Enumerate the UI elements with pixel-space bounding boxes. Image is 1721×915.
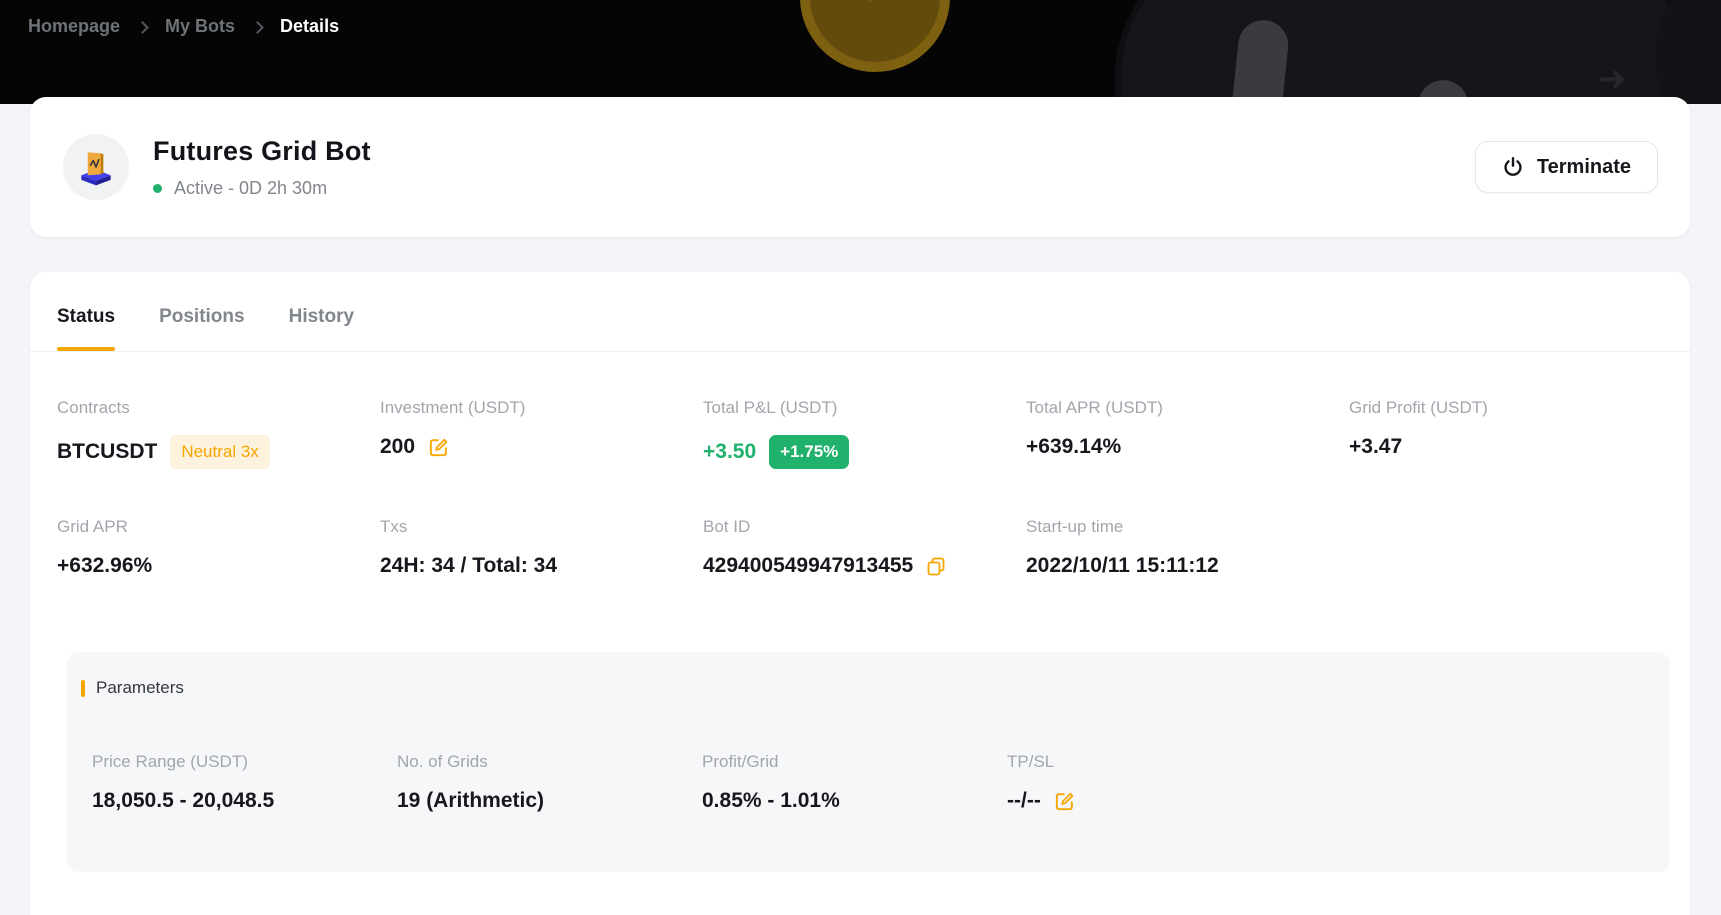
stats-section: Contracts BTCUSDT Neutral 3x Investment … [30,352,1690,578]
grid-apr-value: +632.96% [57,554,152,578]
edit-tpsl-button[interactable] [1054,791,1075,812]
top-banner: ⚡ ➜ Homepage My Bots Details [0,0,1721,104]
stat-bot-id: Bot ID 429400549947913455 [703,517,1026,578]
page-title: Futures Grid Bot [153,136,371,167]
param-price-range: Price Range (USDT) 18,050.5 - 20,048.5 [92,752,397,813]
pencil-square-icon [1054,791,1075,812]
total-apr-value: +639.14% [1026,435,1121,459]
stat-grid-profit: Grid Profit (USDT) +3.47 [1349,398,1672,469]
coin-graphic: ⚡ [800,0,950,72]
price-range-value: 18,050.5 - 20,048.5 [92,789,274,813]
stat-total-pnl: Total P&L (USDT) +3.50 +1.75% [703,398,1026,469]
status-text: Active - 0D 2h 30m [174,178,327,199]
stat-grid-apr: Grid APR +632.96% [57,517,380,578]
param-label: Price Range (USDT) [92,752,397,772]
txs-value: 24H: 34 / Total: 34 [380,554,557,578]
grids-value: 19 (Arithmetic) [397,789,544,813]
leverage-badge: Neutral 3x [170,435,269,469]
robot-secondary-graphic [1655,0,1721,104]
stat-label: Total P&L (USDT) [703,398,1026,418]
terminate-label: Terminate [1537,156,1631,179]
bot-id-value: 429400549947913455 [703,554,913,578]
param-label: TP/SL [1007,752,1312,772]
param-label: Profit/Grid [702,752,1007,772]
copy-icon [926,556,946,576]
pencil-square-icon [428,437,449,458]
breadcrumb-my-bots[interactable]: My Bots [165,16,235,37]
stat-label: Bot ID [703,517,1026,537]
copy-bot-id-button[interactable] [926,556,946,576]
bot-header-card: Futures Grid Bot Active - 0D 2h 30m Term… [30,97,1690,237]
edit-investment-button[interactable] [428,437,449,458]
startup-time-value: 2022/10/11 15:11:12 [1026,554,1219,578]
profit-grid-value: 0.85% - 1.01% [702,789,840,813]
stat-contracts: Contracts BTCUSDT Neutral 3x [57,398,380,469]
tab-history[interactable]: History [289,282,354,351]
param-tpsl: TP/SL --/-- [1007,752,1312,813]
param-no-of-grids: No. of Grids 19 (Arithmetic) [397,752,702,813]
terminate-button[interactable]: Terminate [1475,141,1658,193]
pnl-percent-badge: +1.75% [769,435,849,469]
stat-txs: Txs 24H: 34 / Total: 34 [380,517,703,578]
stat-label: Grid APR [57,517,380,537]
breadcrumb-details: Details [280,16,339,37]
total-pnl-value: +3.50 [703,440,756,464]
avatar [63,134,129,200]
stat-total-apr: Total APR (USDT) +639.14% [1026,398,1349,469]
stats-row-2: Grid APR +632.96% Txs 24H: 34 / Total: 3… [57,517,1663,578]
parameters-grid: Price Range (USDT) 18,050.5 - 20,048.5 N… [81,752,1670,813]
chevron-right-icon [251,21,264,34]
stat-label: Grid Profit (USDT) [1349,398,1672,418]
tab-positions[interactable]: Positions [159,282,245,351]
grid-profit-value: +3.47 [1349,435,1402,459]
stat-label: Contracts [57,398,380,418]
tpsl-value: --/-- [1007,789,1041,813]
param-label: No. of Grids [397,752,702,772]
bot-detail-card: Status Positions History Contracts BTCUS… [30,272,1690,915]
stat-investment: Investment (USDT) 200 [380,398,703,469]
breadcrumb-homepage[interactable]: Homepage [28,16,120,37]
grid-bot-icon [74,145,118,189]
contracts-value: BTCUSDT [57,440,157,464]
param-profit-grid: Profit/Grid 0.85% - 1.01% [702,752,1007,813]
active-status-dot [153,184,162,193]
arrow-graphic: ➜ [1598,62,1632,96]
chevron-right-icon [136,21,149,34]
stat-label: Txs [380,517,703,537]
coin-symbol: ⚡ [866,0,892,2]
stat-label: Total APR (USDT) [1026,398,1349,418]
accent-bar [81,680,85,697]
stats-row-1: Contracts BTCUSDT Neutral 3x Investment … [57,398,1663,469]
breadcrumb: Homepage My Bots Details [28,16,339,37]
stat-startup-time: Start-up time 2022/10/11 15:11:12 [1026,517,1349,578]
parameters-title: Parameters [96,678,184,698]
investment-value: 200 [380,435,415,459]
tab-status[interactable]: Status [57,282,115,351]
stat-label: Investment (USDT) [380,398,703,418]
power-icon [1502,156,1524,178]
parameters-panel: Parameters Price Range (USDT) 18,050.5 -… [67,652,1670,872]
stat-label: Start-up time [1026,517,1349,537]
tab-bar: Status Positions History [30,272,1690,352]
